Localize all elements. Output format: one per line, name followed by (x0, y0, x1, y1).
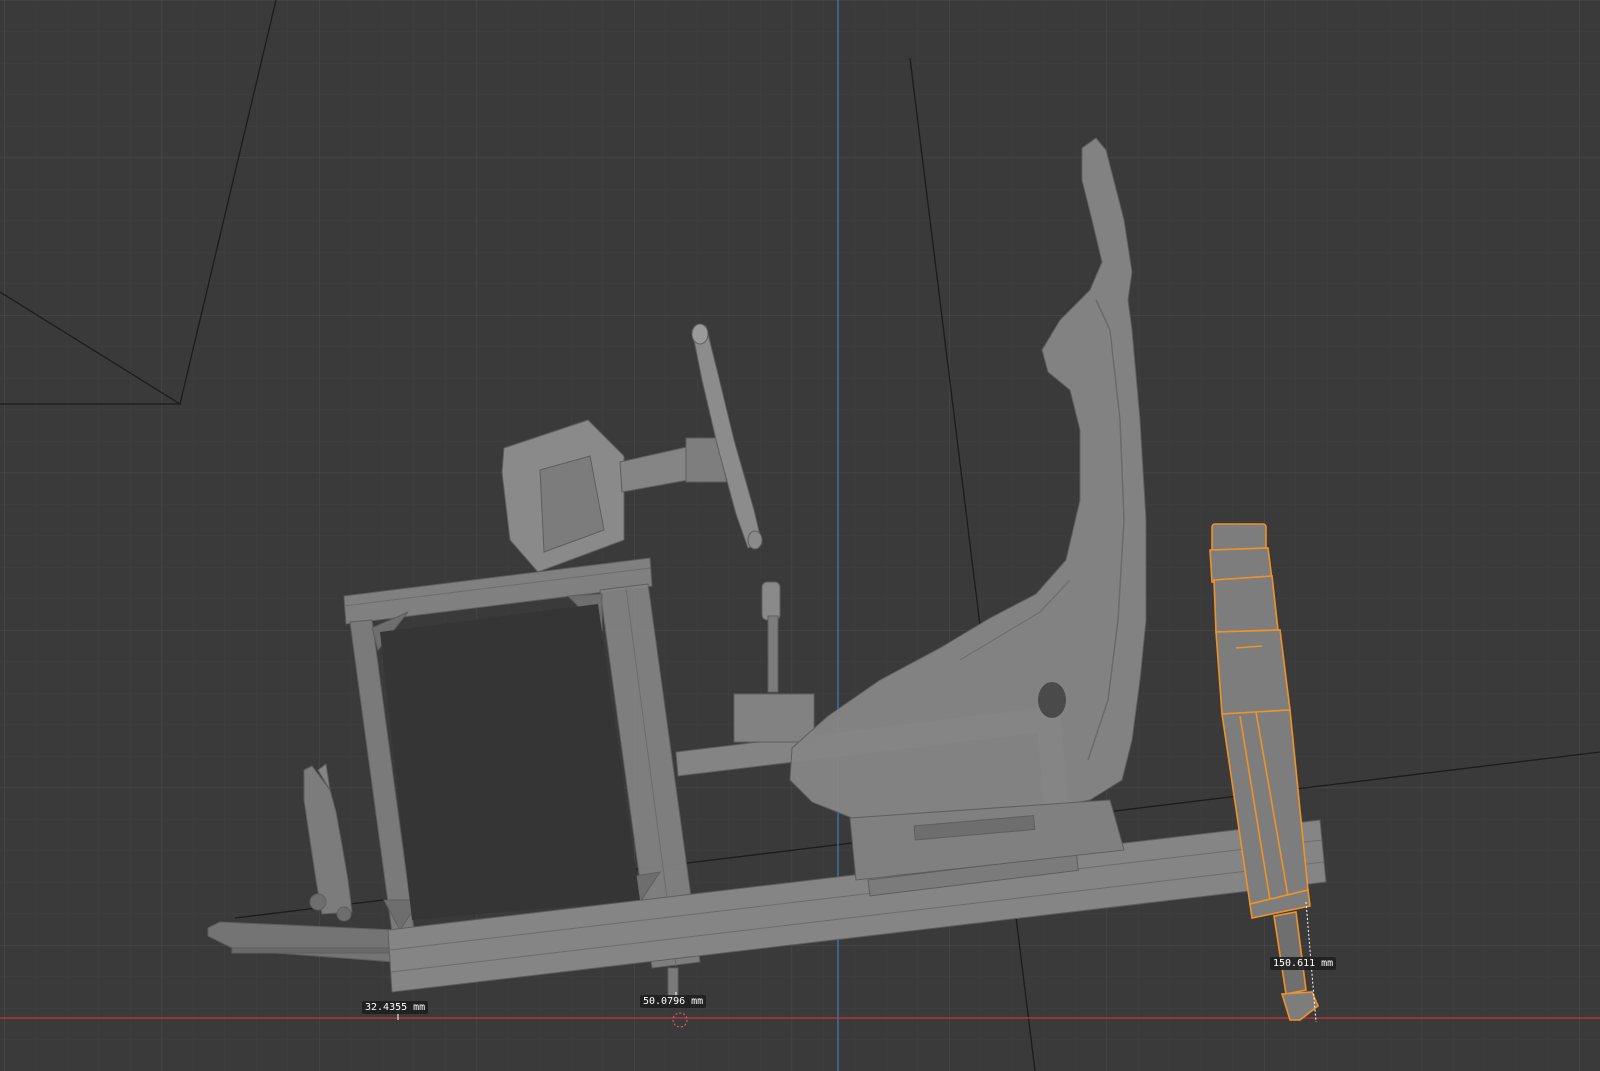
3d-viewport[interactable] (0, 0, 1600, 1071)
measurement-label-center: 50.0796 mm (640, 995, 707, 1008)
measurement-label-left: 32.4355 mm (362, 1001, 429, 1014)
measurement-label-right: 150.611 mm (1270, 957, 1337, 970)
